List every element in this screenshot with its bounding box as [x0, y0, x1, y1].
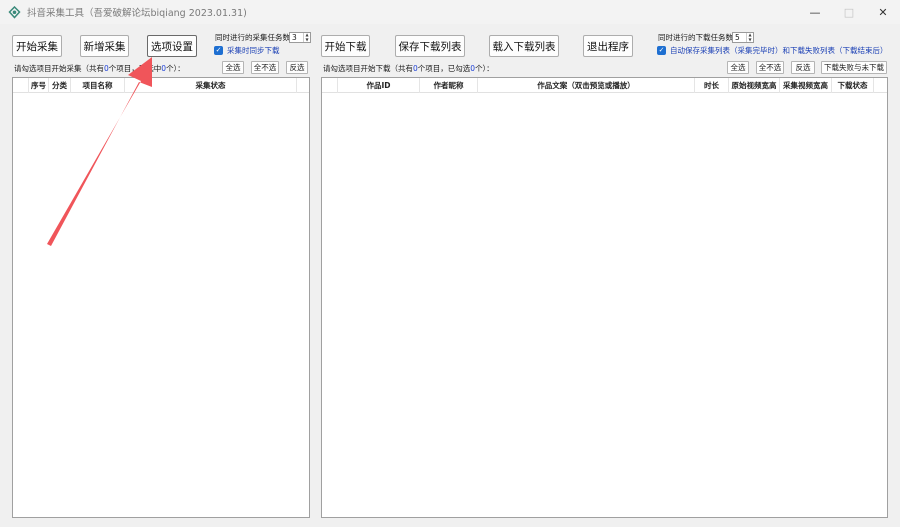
col-original-size[interactable]: 原始视频宽高 — [729, 78, 780, 93]
right-hint-mid: 个项目，已勾选 — [417, 64, 471, 73]
download-table-header: 作品ID 作者昵称 作品文案（双击预览或播放） 时长 原始视频宽高 采集视频宽高… — [322, 78, 887, 93]
start-collect-button[interactable]: 开始采集 — [12, 35, 62, 57]
minimize-icon[interactable]: — — [798, 0, 832, 24]
sync-download-checkbox[interactable]: ✓ 采集时同步下载 — [214, 45, 280, 56]
collect-list-table[interactable]: 序号 分类 项目名称 采集状态 — [12, 77, 310, 518]
start-download-button[interactable]: 开始下载 — [321, 35, 370, 57]
right-select-none-button[interactable]: 全不选 — [756, 61, 784, 74]
close-icon[interactable]: ✕ — [866, 0, 900, 24]
col-work-id[interactable]: 作品ID — [338, 78, 420, 93]
left-select-all-button[interactable]: 全选 — [222, 61, 244, 74]
add-collect-button[interactable]: 新增采集 — [80, 35, 129, 57]
col-download-status[interactable]: 下载状态 — [832, 78, 874, 93]
autosave-label-b: 和下载失败列表（下载结束后） — [782, 46, 888, 55]
col-work-caption[interactable]: 作品文案（双击预览或播放） — [478, 78, 695, 93]
col-collect-status[interactable]: 采集状态 — [125, 78, 297, 93]
download-concurrency-stepper[interactable]: 5 ▲ ▼ — [732, 32, 754, 43]
download-list-table[interactable]: 作品ID 作者昵称 作品文案（双击预览或播放） 时长 原始视频宽高 采集视频宽高… — [321, 77, 888, 518]
left-hint: 请勾选项目开始采集（共有0个项目，已选中0个）： — [14, 63, 185, 74]
window-title: 抖音采集工具（吾爱破解论坛biqiang 2023.01.31) — [27, 8, 247, 19]
col-category[interactable]: 分类 — [49, 78, 71, 93]
right-select-all-button[interactable]: 全选 — [727, 61, 749, 74]
load-download-list-button[interactable]: 载入下载列表 — [489, 35, 559, 57]
app-logo-icon — [7, 5, 21, 19]
maximize-icon[interactable]: □ — [832, 0, 866, 24]
checkmark-icon: ✓ — [214, 46, 223, 55]
options-button[interactable]: 选项设置 — [147, 35, 197, 57]
spin-down-icon[interactable]: ▼ — [747, 37, 753, 43]
collect-concurrency-stepper[interactable]: 3 ▲ ▼ — [289, 32, 311, 43]
right-hint-suffix: 个）： — [475, 64, 494, 73]
right-hint-prefix: 请勾选项目开始下载（共有 — [323, 64, 413, 73]
download-concurrency-label: 同时进行的下载任务数 — [658, 33, 733, 42]
checkmark-icon: ✓ — [657, 46, 666, 55]
title-bar: 抖音采集工具（吾爱破解论坛biqiang 2023.01.31) — □ ✕ — [0, 0, 900, 24]
autosave-label-a: 自动保存采集列表（采集完毕时） — [670, 46, 783, 55]
col-checkbox — [322, 78, 338, 93]
collect-concurrency-label: 同时进行的采集任务数 — [215, 33, 290, 42]
exit-button[interactable]: 退出程序 — [583, 35, 633, 57]
col-checkbox — [13, 78, 29, 93]
right-hint: 请勾选项目开始下载（共有0个项目，已勾选0个）： — [323, 63, 494, 74]
left-select-none-button[interactable]: 全不选 — [251, 61, 279, 74]
col-collected-size[interactable]: 采集视频宽高 — [780, 78, 832, 93]
collect-concurrency-value: 3 — [292, 33, 297, 42]
col-author-nickname[interactable]: 作者昵称 — [420, 78, 478, 93]
left-hint-prefix: 请勾选项目开始采集（共有 — [14, 64, 104, 73]
left-invert-button[interactable]: 反选 — [286, 61, 308, 74]
right-invert-button[interactable]: 反选 — [791, 61, 815, 74]
autosave-checkbox[interactable]: ✓ 自动保存采集列表（采集完毕时） 和下载失败列表（下载结束后） — [657, 45, 888, 56]
col-index[interactable]: 序号 — [29, 78, 49, 93]
col-project-name[interactable]: 项目名称 — [71, 78, 125, 93]
left-hint-mid: 个项目，已选中 — [108, 64, 162, 73]
collect-table-header: 序号 分类 项目名称 采集状态 — [13, 78, 309, 93]
save-download-list-button[interactable]: 保存下载列表 — [395, 35, 465, 57]
spin-down-icon[interactable]: ▼ — [304, 37, 310, 43]
col-duration[interactable]: 时长 — [695, 78, 729, 93]
sync-download-label: 采集时同步下载 — [227, 46, 280, 55]
left-hint-suffix: 个）： — [166, 64, 185, 73]
download-concurrency-value: 5 — [735, 33, 740, 42]
failed-undownloaded-button[interactable]: 下载失败与未下载 — [821, 61, 887, 74]
